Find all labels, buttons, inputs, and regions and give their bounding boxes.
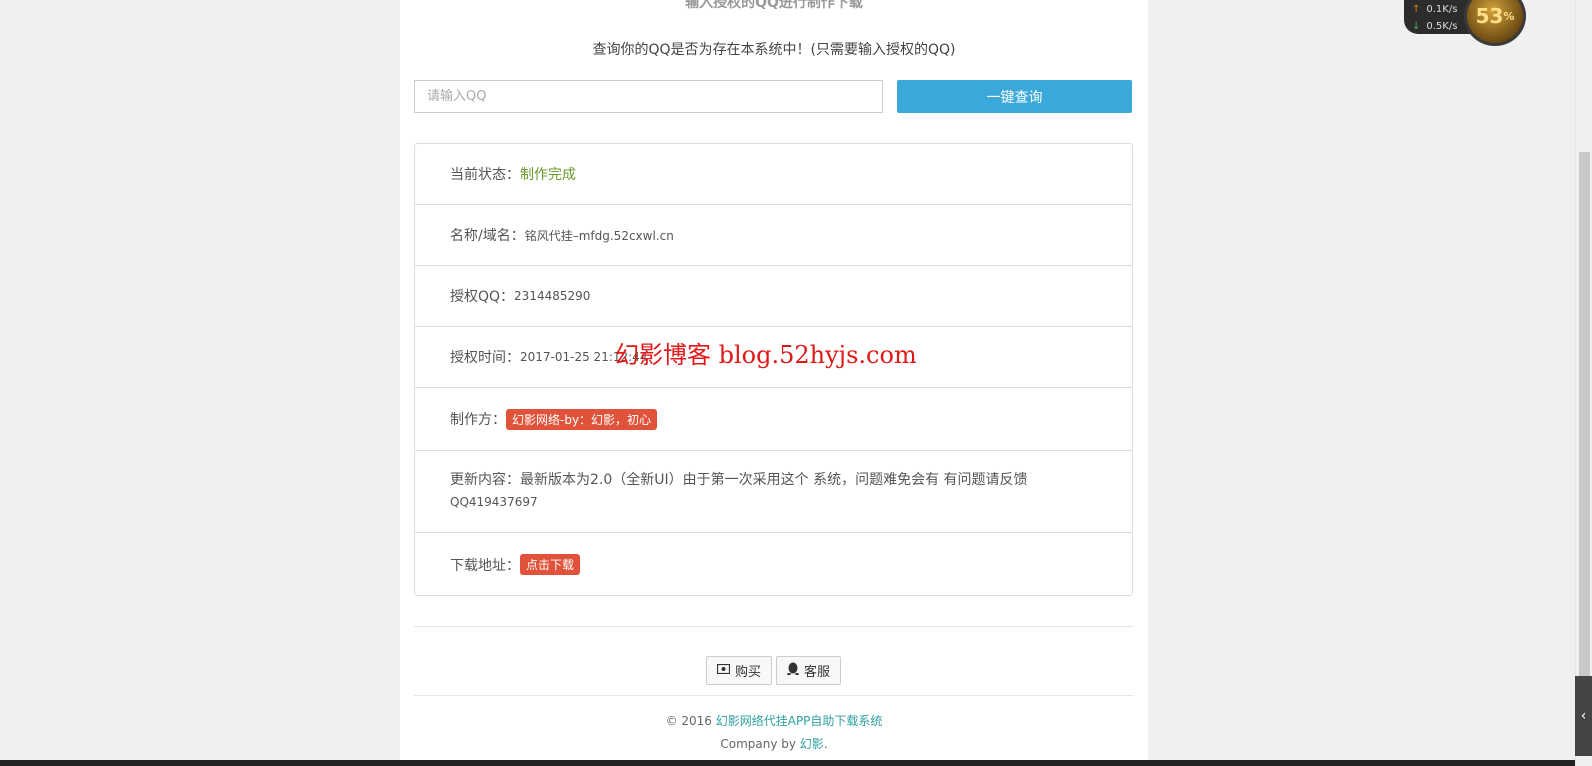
update-text: 最新版本为2.0（全新UI）由于第一次采用这个 系统，问题难免会有 有问题请反馈 — [520, 472, 1028, 488]
network-speed-widget[interactable]: ↑ 0.1K/s ↓ 0.5K/s 53% — [1404, 0, 1528, 46]
system-name-link[interactable]: 幻影网络代挂APP自助下载系统 — [716, 714, 883, 728]
query-instructions: 查询你的QQ是否为存在本系统中！(只需要输入授权的QQ) — [592, 42, 956, 58]
usage-percent: 53 — [1475, 4, 1504, 28]
download-row: 下载地址： 点击下载 — [415, 533, 1132, 596]
name-label: 名称/域名： — [450, 228, 525, 244]
footer-company: Company by 幻影. — [400, 735, 1148, 752]
query-button[interactable]: 一键查询 — [897, 80, 1132, 113]
copyright-text: © 2016 — [665, 714, 716, 728]
page-heading: 输入授权的QQ进行制作下载 — [685, 0, 863, 11]
update-label: 更新内容： — [450, 472, 520, 488]
percent-sign: % — [1503, 9, 1515, 23]
upload-arrow-icon: ↑ — [1412, 4, 1421, 15]
download-button[interactable]: 点击下载 — [520, 554, 581, 575]
chevron-left-icon[interactable]: ‹ — [1575, 676, 1592, 756]
company-suffix: . — [823, 737, 828, 751]
buy-label: 购买 — [735, 665, 762, 680]
watermark-text: 幻影博客 blog.52hyjs.com — [615, 341, 917, 369]
memory-usage-ball[interactable]: 53% — [1464, 0, 1526, 46]
qq-row: 授权QQ： 2314485290 — [415, 266, 1132, 327]
qq-value: 2314485290 — [514, 289, 591, 303]
status-value: 制作完成 — [520, 167, 576, 183]
buy-button[interactable]: 购买 — [706, 656, 773, 685]
status-label: 当前状态： — [450, 167, 520, 183]
maker-row: 制作方： 幻影网络-by：幻影，初心 — [415, 388, 1132, 451]
company-link[interactable]: 幻影 — [800, 737, 824, 751]
status-row: 当前状态： 制作完成 — [415, 144, 1132, 205]
maker-label: 制作方： — [450, 412, 506, 428]
footer-copyright: © 2016 幻影网络代挂APP自助下载系统 — [400, 712, 1148, 729]
time-label: 授权时间： — [450, 350, 520, 366]
update-contact: QQ419437697 — [450, 495, 538, 509]
company-prefix: Company by — [720, 737, 800, 751]
qq-label: 授权QQ： — [450, 289, 515, 305]
qq-penguin-icon — [787, 662, 800, 679]
money-icon — [716, 663, 731, 678]
divider — [414, 626, 1133, 627]
update-row: 更新内容：最新版本为2.0（全新UI）由于第一次采用这个 系统，问题难免会有 有… — [415, 451, 1132, 533]
taskbar-edge — [0, 760, 1575, 766]
service-button[interactable]: 客服 — [776, 656, 842, 685]
download-arrow-icon: ↓ — [1412, 21, 1421, 32]
name-value: 铭风代挂–mfdg.52cxwl.cn — [524, 228, 674, 243]
footer-divider — [414, 695, 1133, 696]
download-speed: 0.5K/s — [1426, 21, 1458, 32]
main-container: 输入授权的QQ进行制作下载 查询你的QQ是否为存在本系统中！(只需要输入授权的Q… — [400, 0, 1148, 766]
upload-speed: 0.1K/s — [1426, 4, 1458, 15]
action-buttons: 购买 客服 — [706, 656, 842, 685]
service-label: 客服 — [804, 665, 831, 680]
qq-search-input[interactable] — [414, 80, 883, 113]
vertical-scrollbar[interactable] — [1575, 0, 1592, 766]
scrollbar-thumb[interactable] — [1579, 152, 1590, 682]
download-label: 下载地址： — [450, 557, 520, 574]
maker-badge: 幻影网络-by：幻影，初心 — [506, 408, 658, 430]
name-row: 名称/域名： 铭风代挂–mfdg.52cxwl.cn — [415, 205, 1132, 266]
